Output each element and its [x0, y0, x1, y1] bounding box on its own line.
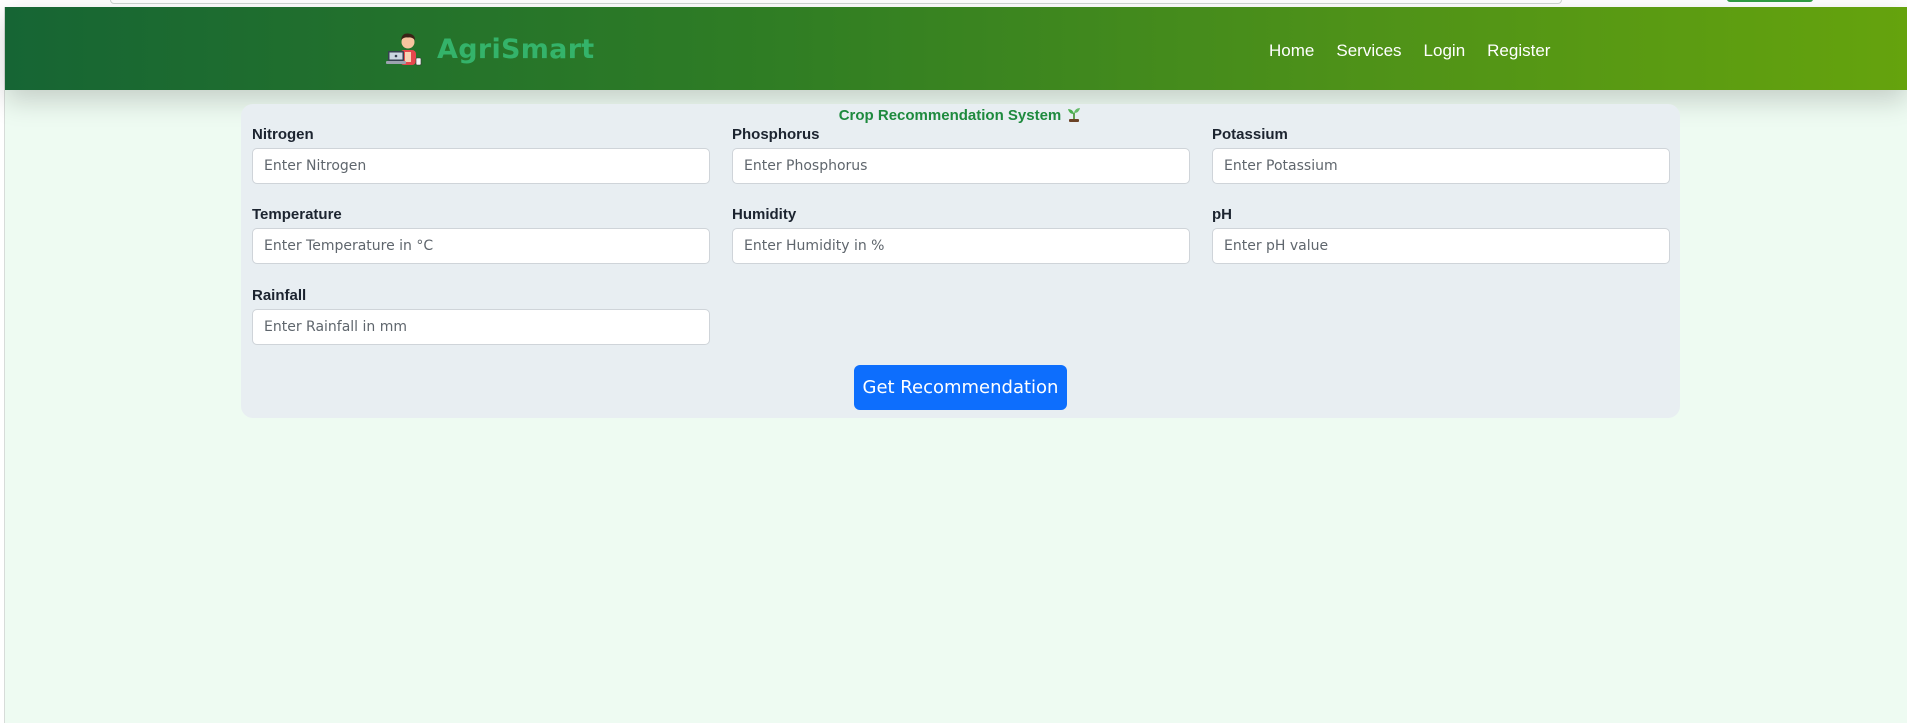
- rainfall-input[interactable]: [252, 309, 710, 345]
- rainfall-label: Rainfall: [252, 287, 307, 304]
- potassium-field-group: Potassium: [1212, 126, 1670, 184]
- potassium-input[interactable]: [1212, 148, 1670, 184]
- brand-name: AgriSmart: [437, 33, 595, 65]
- humidity-label: Humidity: [732, 206, 797, 223]
- sprout-icon: [1068, 108, 1081, 122]
- humidity-field-group: Humidity: [732, 206, 1190, 264]
- phosphorus-field-group: Phosphorus: [732, 126, 1190, 184]
- top-action-button-edge: [1727, 0, 1813, 2]
- nav-login-link[interactable]: Login: [1424, 41, 1466, 61]
- ph-field-group: pH: [1212, 206, 1670, 264]
- temperature-label: Temperature: [252, 206, 342, 223]
- window-left-edge: [0, 0, 5, 723]
- ph-input[interactable]: [1212, 228, 1670, 264]
- nitrogen-input[interactable]: [252, 148, 710, 184]
- potassium-label: Potassium: [1212, 126, 1288, 143]
- brand[interactable]: AgriSmart: [385, 29, 595, 69]
- nitrogen-field-group: Nitrogen: [252, 126, 710, 184]
- temperature-input[interactable]: [252, 228, 710, 264]
- ph-label: pH: [1212, 206, 1232, 223]
- nav-services-link[interactable]: Services: [1336, 41, 1401, 61]
- nitrogen-label: Nitrogen: [252, 126, 314, 143]
- form-title-text: Crop Recommendation System: [838, 107, 1062, 124]
- farmer-with-laptop-icon: [386, 33, 422, 66]
- get-recommendation-button[interactable]: Get Recommendation: [854, 365, 1067, 410]
- phosphorus-label: Phosphorus: [732, 126, 820, 143]
- rainfall-field-group: Rainfall: [252, 287, 710, 345]
- crop-recommendation-form: Crop Recommendation System Nitrogen Phos…: [241, 104, 1680, 418]
- humidity-input[interactable]: [732, 228, 1190, 264]
- nav-home-link[interactable]: Home: [1269, 41, 1314, 61]
- nav-menu: Home Services Login Register: [1269, 41, 1550, 61]
- temperature-field-group: Temperature: [252, 206, 710, 264]
- phosphorus-input[interactable]: [732, 148, 1190, 184]
- form-title: Crop Recommendation System: [241, 106, 1680, 124]
- nav-register-link[interactable]: Register: [1487, 41, 1550, 61]
- address-bar-edge: [110, 0, 1562, 4]
- navbar: AgriSmart Home Services Login Register: [5, 7, 1907, 90]
- browser-top-strip: [0, 0, 1907, 7]
